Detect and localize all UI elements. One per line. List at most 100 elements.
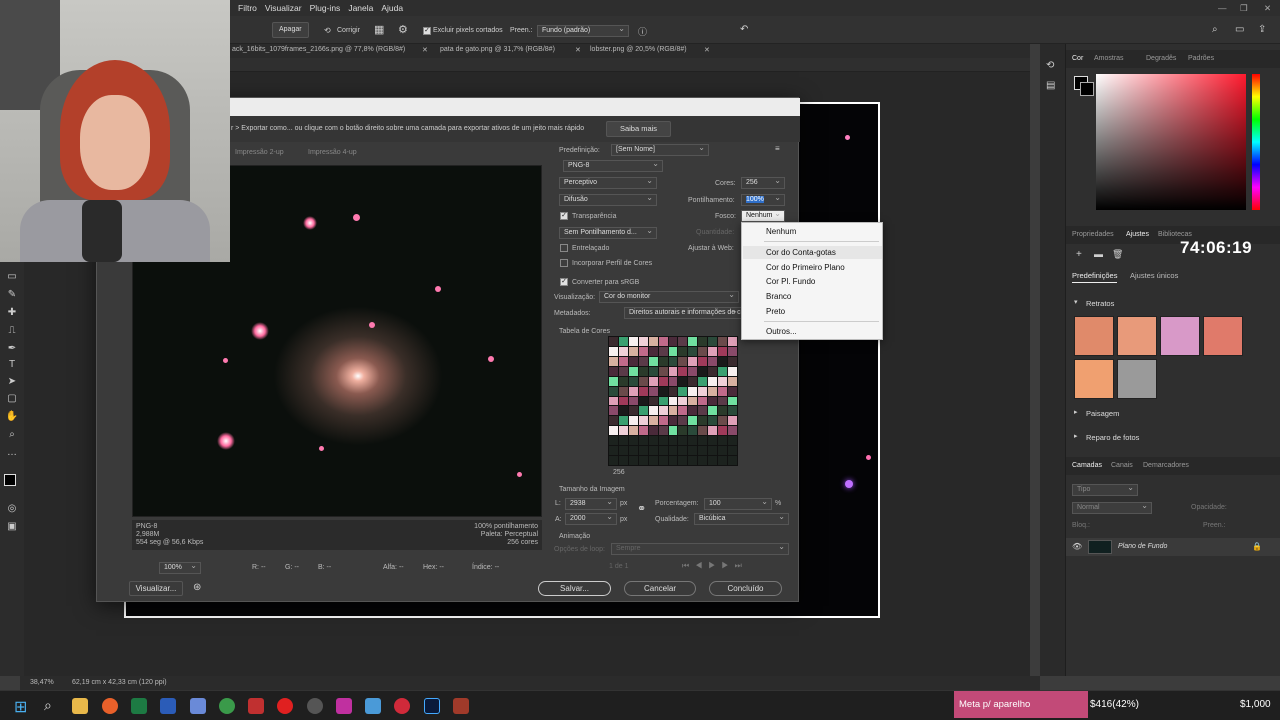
color-swatch[interactable] xyxy=(628,446,638,456)
status-zoom[interactable]: 38,47% xyxy=(30,679,54,686)
color-swatch[interactable] xyxy=(648,386,658,396)
color-swatch[interactable] xyxy=(708,337,718,346)
color-swatch[interactable] xyxy=(728,456,737,465)
color-swatch[interactable] xyxy=(618,436,628,446)
menu-plugins[interactable]: Plug-ins xyxy=(310,3,341,13)
color-swatch[interactable] xyxy=(638,416,648,426)
color-swatch[interactable] xyxy=(609,386,618,396)
gear-icon[interactable]: ⚙ xyxy=(398,23,408,36)
browser-icon[interactable]: ⊛ xyxy=(193,582,201,593)
color-swatch[interactable] xyxy=(618,346,628,356)
color-swatch[interactable] xyxy=(718,337,728,346)
grid-icon[interactable]: ▦ xyxy=(374,23,384,36)
word-icon[interactable] xyxy=(160,698,176,714)
screen-mode-icon[interactable]: ▣ xyxy=(5,520,19,534)
color-swatch[interactable] xyxy=(688,416,698,426)
color-swatch[interactable] xyxy=(728,337,737,346)
preset-thumb[interactable] xyxy=(1160,316,1200,356)
color-swatch[interactable] xyxy=(648,406,658,416)
color-swatch[interactable] xyxy=(609,436,618,446)
color-swatch[interactable] xyxy=(708,346,718,356)
loop-select[interactable]: Sempre xyxy=(611,543,789,555)
comment-icon[interactable]: ▤ xyxy=(1046,80,1055,91)
color-swatch[interactable] xyxy=(688,337,698,346)
color-swatch[interactable] xyxy=(628,386,638,396)
color-swatch[interactable] xyxy=(658,346,668,356)
hue-slider[interactable] xyxy=(1252,74,1260,210)
color-swatch[interactable] xyxy=(668,356,678,366)
color-swatch[interactable] xyxy=(609,376,618,386)
embed-profile-checkbox[interactable] xyxy=(560,259,568,267)
tab-demarcadores[interactable]: Demarcadores xyxy=(1143,462,1189,469)
tab-padroes[interactable]: Padrões xyxy=(1188,55,1214,62)
color-swatch[interactable] xyxy=(638,346,648,356)
color-swatch[interactable] xyxy=(658,337,668,346)
color-swatch[interactable] xyxy=(618,426,628,436)
color-swatch[interactable] xyxy=(668,446,678,456)
color-swatch[interactable] xyxy=(618,406,628,416)
windows-start-icon[interactable]: ⊞ xyxy=(14,697,27,717)
dropdown-item-pl-fundo[interactable]: Cor Pl. Fundo xyxy=(766,277,815,286)
color-swatch[interactable] xyxy=(648,396,658,406)
color-swatch[interactable] xyxy=(658,376,668,386)
color-swatch[interactable] xyxy=(728,376,737,386)
interlaced-checkbox[interactable] xyxy=(560,244,568,252)
corrigir-label[interactable]: Corrigir xyxy=(337,27,360,34)
dropdown-item-outros[interactable]: Outros... xyxy=(766,327,797,336)
color-swatch[interactable] xyxy=(648,356,658,366)
dither-select[interactable]: Difusão xyxy=(559,194,657,206)
color-swatch[interactable] xyxy=(628,396,638,406)
tab-close-icon[interactable]: ✕ xyxy=(422,46,428,54)
excluir-checkbox[interactable]: ✓ xyxy=(423,27,431,35)
add-icon[interactable]: + xyxy=(1076,249,1082,260)
color-swatch[interactable] xyxy=(658,446,668,456)
dropdown-item-conta-gotas[interactable]: Cor do Conta-gotas xyxy=(766,248,836,257)
menu-ajuda[interactable]: Ajuda xyxy=(381,3,403,13)
dropdown-item-primeiro-plano[interactable]: Cor do Primeiro Plano xyxy=(766,263,845,272)
color-swatch[interactable] xyxy=(668,436,678,446)
percent-input[interactable]: 100 xyxy=(704,498,772,510)
color-swatch[interactable] xyxy=(698,346,708,356)
color-swatch[interactable] xyxy=(638,337,648,346)
tab-doc-2[interactable]: pata de gato.png @ 31,7% (RGB/8#) xyxy=(440,46,555,53)
color-swatch[interactable] xyxy=(678,346,688,356)
color-swatch[interactable] xyxy=(718,416,728,426)
color-swatch[interactable] xyxy=(648,446,658,456)
minimize-icon[interactable]: — xyxy=(1218,3,1227,13)
cancelar-button[interactable]: Cancelar xyxy=(624,581,696,596)
color-swatch[interactable] xyxy=(648,337,658,346)
color-swatch[interactable] xyxy=(678,416,688,426)
color-table-grid[interactable] xyxy=(608,336,738,466)
blend-mode-select[interactable]: Normal xyxy=(1072,502,1152,514)
trans-dither-select[interactable]: Sem Pontilhamento d... xyxy=(559,227,657,239)
color-swatch[interactable] xyxy=(718,446,728,456)
share-icon[interactable]: ⇪ xyxy=(1258,24,1266,35)
color-swatch[interactable] xyxy=(628,436,638,446)
color-swatch[interactable] xyxy=(678,436,688,446)
zoom-select[interactable]: 100% xyxy=(159,562,201,574)
color-swatch[interactable] xyxy=(718,426,728,436)
color-swatch[interactable] xyxy=(698,446,708,456)
color-swatch[interactable] xyxy=(668,406,678,416)
color-swatch[interactable] xyxy=(698,416,708,426)
color-swatch[interactable] xyxy=(628,346,638,356)
color-swatch[interactable] xyxy=(678,426,688,436)
color-swatch[interactable] xyxy=(698,356,708,366)
type-icon[interactable]: T xyxy=(5,358,19,372)
color-swatch[interactable] xyxy=(638,406,648,416)
restore-icon[interactable]: ❐ xyxy=(1240,3,1248,14)
color-swatch[interactable] xyxy=(668,346,678,356)
color-swatch[interactable] xyxy=(728,366,737,376)
color-swatch[interactable] xyxy=(678,396,688,406)
color-swatch[interactable] xyxy=(609,366,618,376)
tab-propriedades[interactable]: Propriedades xyxy=(1072,231,1114,238)
color-swatch[interactable] xyxy=(618,356,628,366)
color-swatch[interactable] xyxy=(638,376,648,386)
color-swatch[interactable] xyxy=(609,356,618,366)
preen-select[interactable]: Fundo (padrão) xyxy=(537,25,629,37)
color-swatch[interactable] xyxy=(609,456,618,465)
tab-bibliotecas[interactable]: Bibliotecas xyxy=(1158,231,1192,238)
color-swatch[interactable] xyxy=(718,406,728,416)
color-swatch[interactable] xyxy=(708,366,718,376)
visualizar-button[interactable]: Visualizar... xyxy=(129,581,183,596)
